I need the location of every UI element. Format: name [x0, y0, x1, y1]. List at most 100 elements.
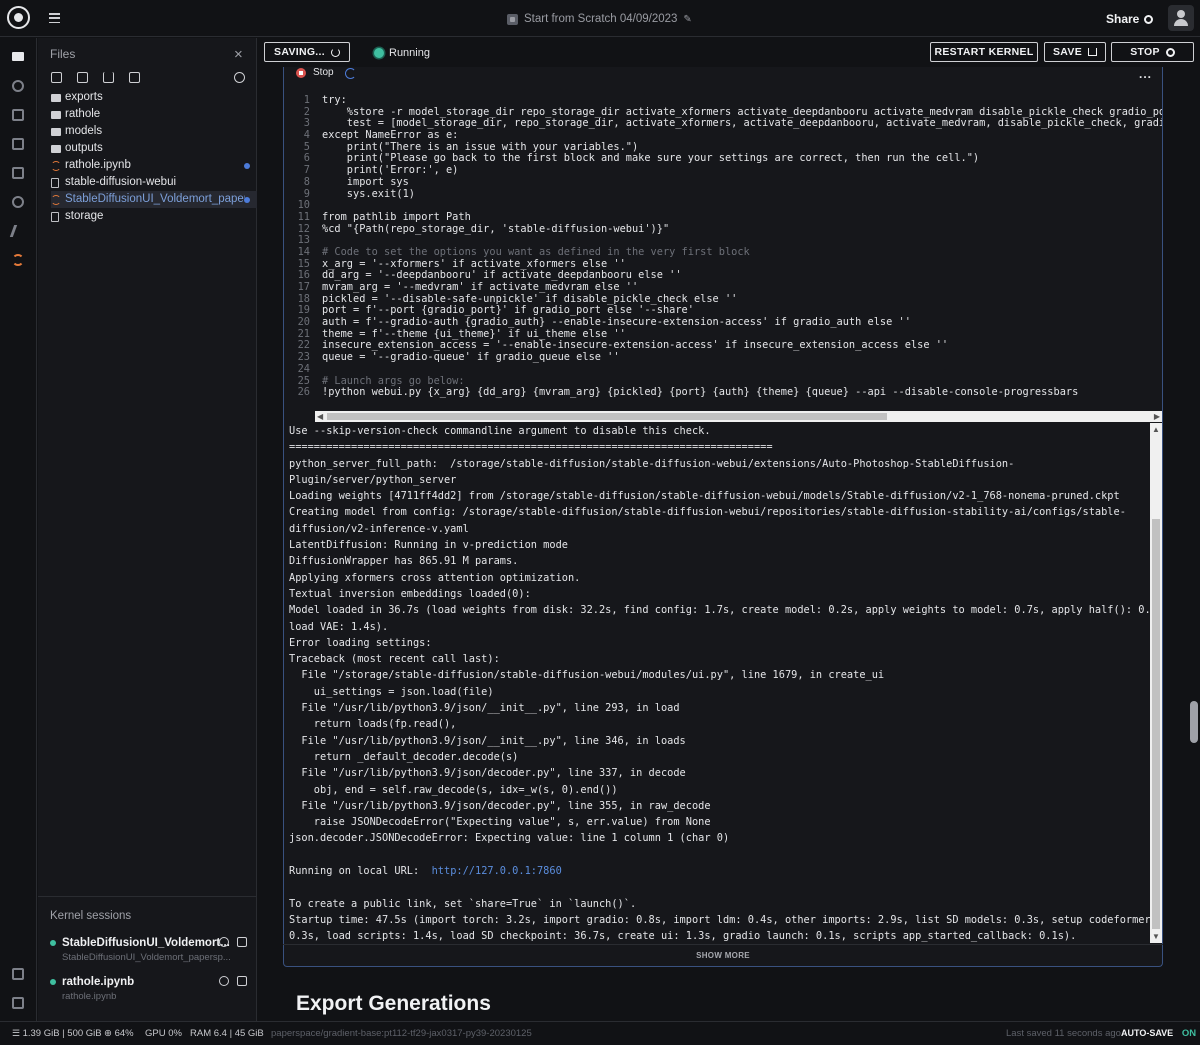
divider — [38, 896, 257, 897]
new-file-icon[interactable] — [51, 72, 62, 83]
paperspace-logo-icon[interactable] — [7, 6, 30, 29]
stop-button[interactable]: STOP — [1111, 42, 1194, 62]
file-item-stablediffusionui[interactable]: StableDiffusionUI_Voldemort_paperspace.i… — [51, 191, 257, 208]
file-icon — [51, 177, 59, 188]
output-text: Plugin/server/python_server — [289, 473, 457, 486]
file-item-outputs[interactable]: outputs — [51, 140, 257, 157]
file-item-storage[interactable]: storage — [51, 208, 257, 225]
docs-icon[interactable] — [12, 968, 24, 980]
restart-icon[interactable] — [219, 937, 229, 947]
file-label: stable-diffusion-webui — [65, 176, 177, 188]
scroll-right-icon[interactable]: ▶ — [1154, 412, 1160, 421]
menu-icon[interactable] — [49, 13, 60, 24]
status-bar: ☰ 1.39 GiB | 500 GiB ⊕ 64% GPU 0% RAM 6.… — [0, 1021, 1200, 1045]
code-text: %cd "{Path(repo_storage_dir, 'stable-dif… — [322, 222, 670, 235]
vscode-icon[interactable] — [9, 225, 27, 237]
file-item-rathole[interactable]: rathole — [51, 106, 257, 123]
refresh-icon[interactable] — [234, 72, 245, 83]
terminal-icon[interactable] — [12, 167, 24, 179]
output-text: File "/usr/lib/python3.9/json/__init__.p… — [289, 702, 680, 715]
horizontal-scrollbar[interactable]: ◀ ▶ — [315, 411, 1162, 422]
trash-icon[interactable] — [237, 976, 247, 986]
output-text: Creating model from config: /storage/sta… — [289, 506, 1126, 519]
scrollbar-thumb[interactable] — [327, 413, 887, 420]
settings-icon[interactable] — [12, 80, 24, 92]
output-text: diffusion/v2-inference-v.yaml — [289, 522, 469, 535]
new-folder-icon[interactable] — [77, 72, 88, 83]
scroll-up-icon[interactable]: ▲ — [1152, 425, 1160, 434]
spinner-icon — [330, 47, 340, 57]
upload-folder-icon[interactable] — [129, 72, 140, 83]
kernel-session-path: rathole.ipynb — [62, 991, 117, 1002]
share-button[interactable]: Share — [1106, 12, 1154, 26]
line-number: 24 — [297, 362, 310, 375]
stop-icon — [296, 67, 306, 78]
metrics-icon[interactable] — [12, 138, 24, 150]
spinner-icon — [345, 68, 356, 79]
code-line: 20 auth = f'--gradio-auth {gradio_auth} -… — [284, 316, 1162, 329]
code-line: 12 %cd "{Path(repo_storage_dir, 'stable-d… — [284, 222, 1162, 236]
output-text: raise JSONDecodeError("Expecting value",… — [289, 816, 711, 829]
autosave-label: AUTO-SAVE — [1121, 1028, 1174, 1038]
more-options-icon[interactable]: ... — [1139, 67, 1152, 81]
scrollbar-thumb[interactable] — [1190, 701, 1198, 743]
help-icon[interactable] — [12, 997, 24, 1009]
file-item-exports[interactable]: exports — [51, 89, 257, 106]
local-url-link[interactable]: http://127.0.0.1:7860 — [432, 865, 562, 877]
file-item-stable-diffusion-webui[interactable]: stable-diffusion-webui — [51, 174, 257, 191]
show-more-button[interactable]: SHOW MORE — [283, 944, 1163, 966]
trash-icon[interactable] — [237, 937, 247, 947]
line-number: 11 — [297, 210, 310, 223]
output-text: File "/usr/lib/python3.9/json/decoder.py… — [289, 767, 686, 780]
output-line: ========================================… — [284, 439, 1150, 455]
kernel-session-item[interactable]: rathole.ipynb rathole.ipynb — [50, 976, 255, 1002]
storage-text: 1.39 GiB | 500 GiB — [22, 1028, 102, 1039]
code-text: sys.exit(1) — [322, 187, 415, 200]
kernel-sessions-title: Kernel sessions — [50, 910, 132, 922]
output-line: raise JSONDecodeError("Expecting value",… — [284, 814, 1150, 830]
avatar[interactable] — [1168, 5, 1194, 31]
output-line: 0.3s, load scripts: 1.4s, load SD checkp… — [284, 928, 1150, 943]
close-icon[interactable]: × — [234, 46, 243, 63]
cell-stop-button[interactable]: Stop — [296, 67, 334, 78]
restart-icon[interactable] — [219, 976, 229, 986]
notebook-icon — [51, 160, 61, 171]
output-line: Use --skip-version-check commandline arg… — [284, 423, 1150, 439]
output-text: DiffusionWrapper has 865.91 M params. — [289, 555, 519, 568]
files-icon[interactable] — [12, 52, 24, 61]
history-icon[interactable] — [12, 196, 24, 208]
saving-button[interactable]: SAVING... — [264, 42, 350, 62]
output-text: json.decoder.JSONDecodeError: Expecting … — [289, 832, 730, 845]
notebook-title[interactable]: Start from Scratch 04/09/2023 ✎ — [507, 11, 692, 27]
file-item-models[interactable]: models — [51, 123, 257, 140]
files-panel: Files × exports rathole models outputs r… — [38, 38, 257, 1021]
jupyter-icon[interactable] — [12, 254, 24, 266]
notebook-icon — [507, 13, 518, 25]
notebook-icon — [51, 194, 61, 205]
kernel-session-item[interactable]: StableDiffusionUI_Voldemort... StableDif… — [50, 937, 255, 963]
output-vertical-scrollbar[interactable]: ▲ ▼ — [1150, 423, 1162, 943]
code-editor[interactable]: 1 try: 2 %store -r model_storage_dir repo_… — [284, 95, 1162, 410]
folder-icon — [51, 110, 61, 119]
output-line: Plugin/server/python_server — [284, 472, 1150, 488]
edit-icon[interactable]: ✎ — [683, 14, 691, 25]
output-line: Error loading settings: — [284, 635, 1150, 651]
scroll-left-icon[interactable]: ◀ — [317, 412, 323, 421]
restart-kernel-button[interactable]: RESTART KERNEL — [930, 42, 1038, 62]
scrollbar-thumb[interactable] — [1152, 519, 1160, 929]
file-item-rathole-ipynb[interactable]: rathole.ipynb — [51, 157, 257, 174]
autosave-toggle[interactable]: AUTO-SAVE ON — [1121, 1028, 1196, 1039]
share-icon — [1144, 14, 1154, 24]
output-text: ui_settings = json.load(file) — [289, 685, 494, 698]
upload-icon[interactable] — [103, 72, 114, 83]
save-button[interactable]: SAVE — [1044, 42, 1106, 62]
output-text: ========================================… — [289, 441, 773, 454]
scroll-down-icon[interactable]: ▼ — [1152, 932, 1160, 941]
machine-icon[interactable] — [12, 109, 24, 121]
output-line: File "/usr/lib/python3.9/json/__init__.p… — [284, 700, 1150, 716]
folder-icon — [51, 93, 61, 102]
saving-label: SAVING... — [274, 46, 325, 58]
page-vertical-scrollbar[interactable] — [1188, 67, 1200, 1021]
output-text: LatentDiffusion: Running in v-prediction… — [289, 539, 568, 552]
output-text: 0.3s, load scripts: 1.4s, load SD checkp… — [289, 930, 1077, 943]
